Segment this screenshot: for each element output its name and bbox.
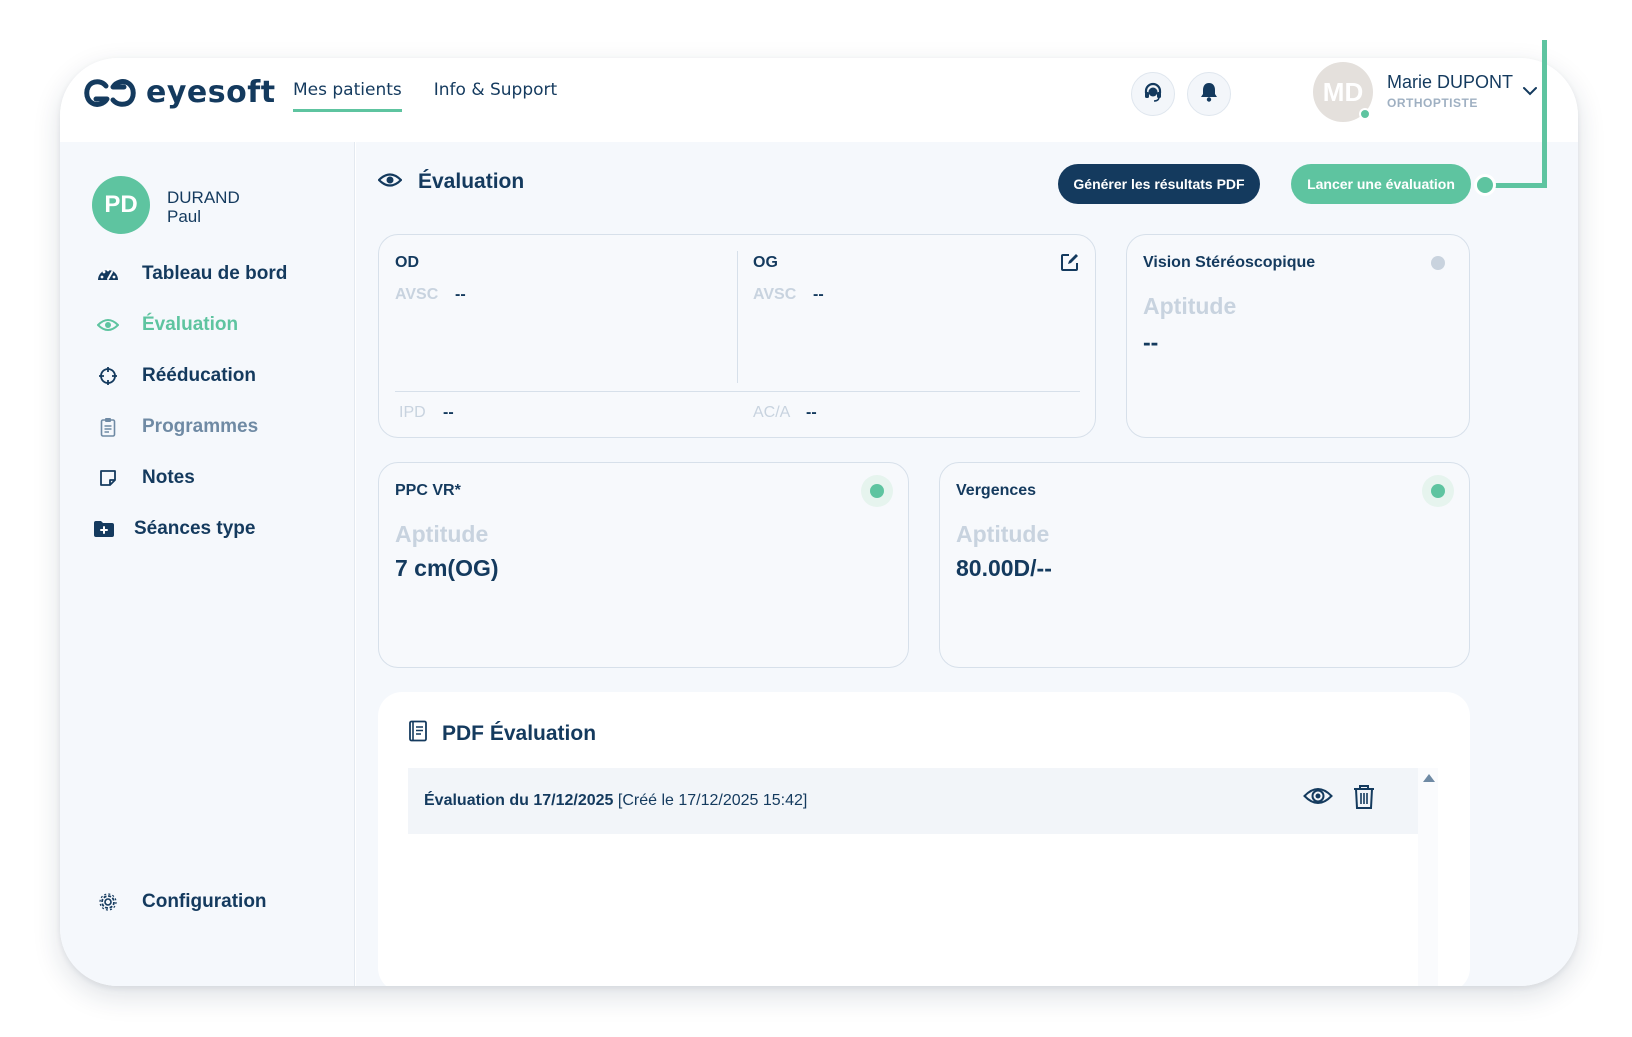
pdf-list-item[interactable]: Évaluation du 17/12/2025 [Créé le 17/12/… xyxy=(408,768,1418,834)
vergences-status-dot xyxy=(1422,475,1454,507)
sidebar-item-configuration[interactable]: Configuration xyxy=(96,890,267,914)
eye-icon xyxy=(96,313,120,337)
delete-pdf-trash-icon[interactable] xyxy=(1352,784,1376,815)
main-content: Évaluation Générer les résultats PDF Lan… xyxy=(356,142,1578,986)
ipd-value: -- xyxy=(443,404,454,421)
sidebar-item-tableau-de-bord[interactable]: Tableau de bord xyxy=(96,262,287,286)
aca-value: -- xyxy=(806,404,817,421)
sidebar-item-programmes[interactable]: Programmes xyxy=(96,415,258,439)
top-header: eyesoft Mes patients Info & Support MD M… xyxy=(60,58,1578,142)
folder-plus-icon xyxy=(92,517,116,541)
scroll-up-arrow-icon[interactable] xyxy=(1423,774,1435,782)
column-divider xyxy=(737,251,738,383)
section-title: Évaluation xyxy=(377,170,524,194)
notifications-button[interactable] xyxy=(1187,72,1231,116)
callout-line xyxy=(1488,183,1547,188)
pdf-item-label: Évaluation du 17/12/2025 [Créé le 17/12/… xyxy=(424,792,807,810)
callout-marker xyxy=(1474,174,1496,196)
nav-mes-patients[interactable]: Mes patients xyxy=(293,80,402,112)
pdf-item-created: [Créé le 17/12/2025 15:42] xyxy=(617,792,808,809)
user-avatar[interactable]: MD xyxy=(1313,62,1373,122)
nav-info-support[interactable]: Info & Support xyxy=(434,80,557,112)
note-icon xyxy=(96,466,120,490)
vergences-aptitude-label: Aptitude xyxy=(956,521,1050,547)
pdf-list-scrollbar[interactable] xyxy=(1418,768,1438,986)
stereo-status-dot xyxy=(1422,247,1454,279)
row-divider xyxy=(395,391,1080,392)
vergences-value: 80.00D/-- xyxy=(956,555,1052,581)
ppc-aptitude-label: Aptitude xyxy=(395,521,489,547)
ppc-title: PPC VR* xyxy=(395,482,461,499)
sidebar-item-seances-type[interactable]: Séances type xyxy=(92,517,255,541)
gear-icon xyxy=(96,890,120,914)
pdf-item-title: Évaluation du 17/12/2025 xyxy=(424,792,614,809)
edit-icon[interactable] xyxy=(1060,252,1080,277)
logo[interactable]: eyesoft xyxy=(82,75,276,110)
pdf-evaluation-panel: PDF Évaluation Évaluation du 17/12/2025 … xyxy=(378,692,1470,986)
online-status-dot xyxy=(1359,108,1371,120)
launch-evaluation-button[interactable]: Lancer une évaluation xyxy=(1291,164,1471,204)
og-label: OG xyxy=(753,254,778,271)
headset-icon xyxy=(1143,82,1163,107)
patient-first-name: Paul xyxy=(167,207,202,226)
chevron-down-icon[interactable] xyxy=(1522,83,1538,101)
vergences-card: Vergences Aptitude 80.00D/-- xyxy=(939,462,1470,668)
sidebar-item-reeducation[interactable]: Rééducation xyxy=(96,364,256,388)
view-pdf-eye-icon[interactable] xyxy=(1303,785,1333,812)
ipd-label: IPD xyxy=(399,404,426,421)
main-nav: Mes patients Info & Support xyxy=(293,80,557,112)
stereo-title: Vision Stéréoscopique xyxy=(1143,254,1316,271)
od-label: OD xyxy=(395,254,419,271)
patient-avatar: PD xyxy=(92,176,150,234)
og-avsc-label: AVSC xyxy=(753,286,797,303)
sidebar-item-evaluation[interactable]: Évaluation xyxy=(96,313,238,337)
clipboard-icon xyxy=(96,415,120,439)
logo-text: eyesoft xyxy=(146,75,276,110)
help-button[interactable] xyxy=(1131,72,1175,116)
generate-pdf-button[interactable]: Générer les résultats PDF xyxy=(1058,164,1260,204)
sidebar: PD DURAND Paul Tableau de bord Évaluatio… xyxy=(60,142,355,986)
app-window: eyesoft Mes patients Info & Support MD M… xyxy=(60,58,1578,986)
og-avsc-value: -- xyxy=(813,286,824,303)
stereo-card: Vision Stéréoscopique Aptitude -- xyxy=(1126,234,1470,438)
callout-line xyxy=(1542,40,1547,188)
od-avsc-label: AVSC xyxy=(395,286,439,303)
user-name: Marie DUPONT xyxy=(1387,72,1514,92)
ppc-card: PPC VR* Aptitude 7 cm(OG) xyxy=(378,462,909,668)
od-avsc-value: -- xyxy=(455,286,466,303)
bell-icon xyxy=(1200,82,1218,107)
pdf-panel-title: PDF Évaluation xyxy=(408,720,596,748)
eye-icon xyxy=(377,170,403,194)
aca-label: AC/A xyxy=(753,404,791,421)
stereo-value: -- xyxy=(1143,329,1159,355)
vergences-title: Vergences xyxy=(956,482,1037,499)
patient-last-name: DURAND xyxy=(167,188,240,207)
sidebar-item-notes[interactable]: Notes xyxy=(96,466,195,490)
dashboard-icon xyxy=(96,262,120,286)
ppc-status-dot xyxy=(861,475,893,507)
crosshair-icon xyxy=(96,364,120,388)
user-role: ORTHOPTISTE xyxy=(1387,96,1478,110)
ppc-value: 7 cm(OG) xyxy=(395,555,499,581)
eyesoft-logo-icon xyxy=(82,78,138,108)
stereo-aptitude-label: Aptitude xyxy=(1143,293,1237,319)
acuity-card: OD AVSC -- OG AVSC -- IPD -- AC/A -- xyxy=(378,234,1096,438)
document-icon xyxy=(408,720,428,748)
